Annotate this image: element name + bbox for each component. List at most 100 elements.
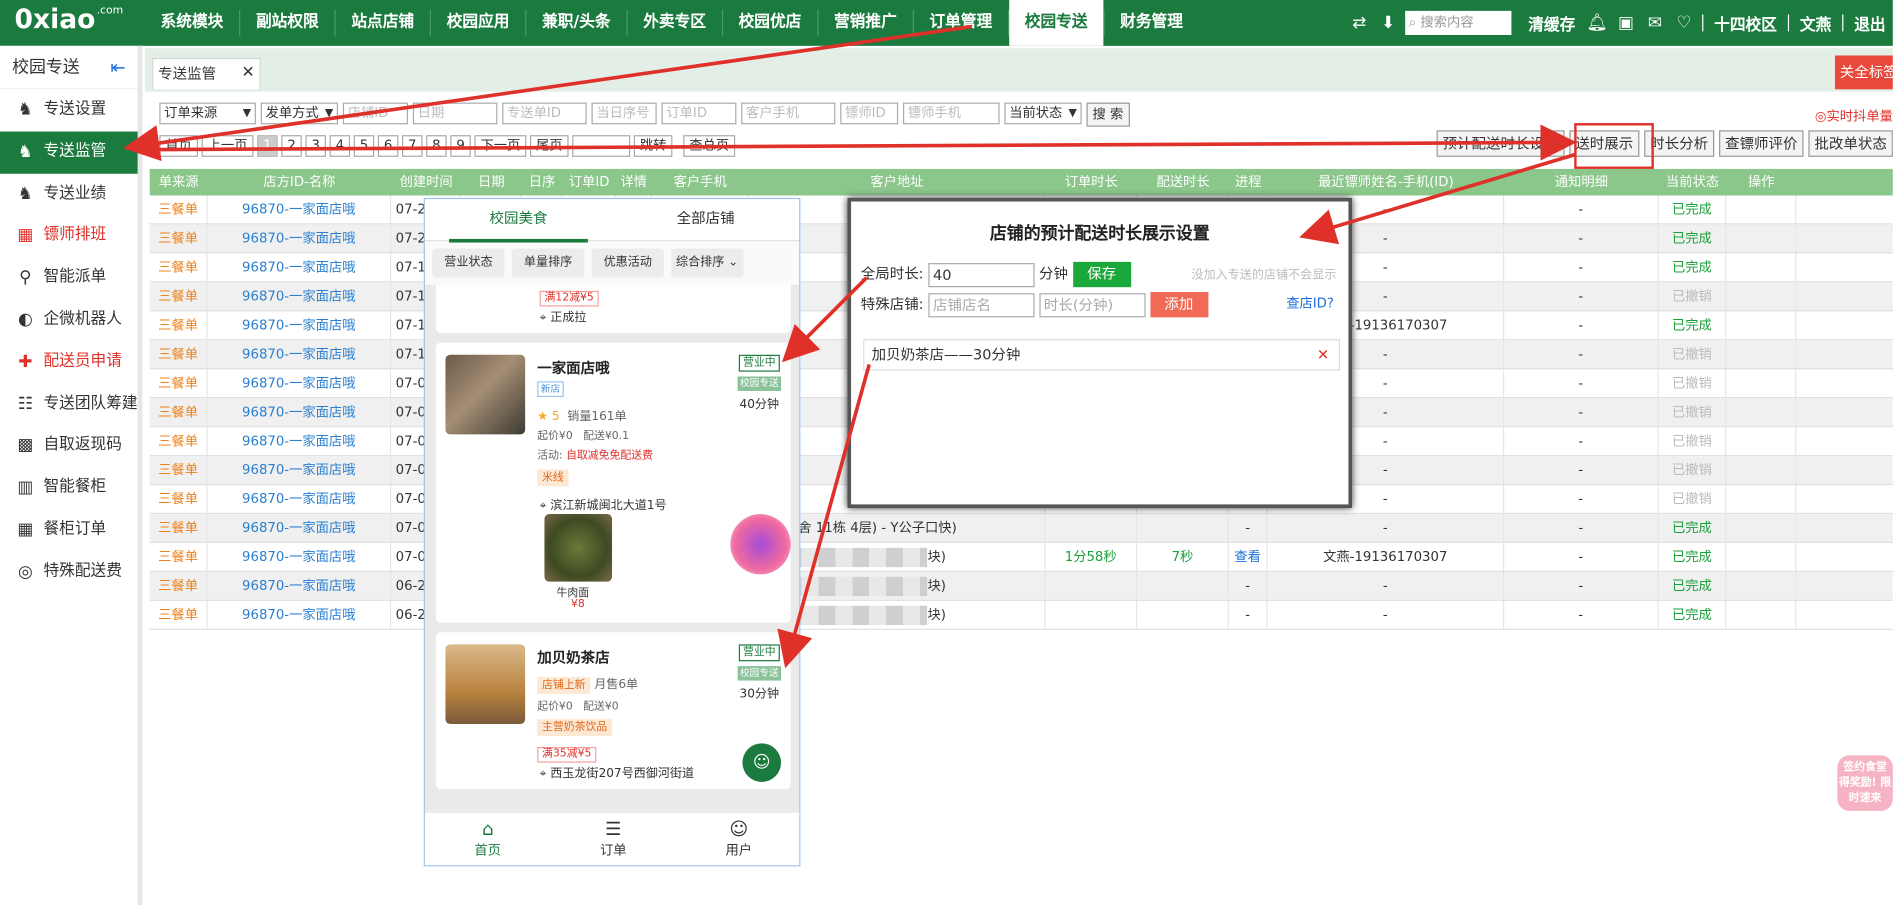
- shop-name-input[interactable]: 店铺店名: [928, 292, 1035, 317]
- table-cell[interactable]: 96870-一家面店哦: [208, 600, 392, 629]
- column-header[interactable]: 客户手机: [652, 169, 749, 196]
- delete-icon[interactable]: ✕: [1317, 340, 1329, 369]
- sidebar-item[interactable]: ✚ 配送员申请: [0, 341, 138, 383]
- column-header[interactable]: 通知明细: [1504, 169, 1659, 196]
- table-cell[interactable]: 96870-一家面店哦: [208, 514, 392, 542]
- table-cell[interactable]: -: [1229, 571, 1268, 600]
- table-cell[interactable]: 96870-一家面店哦: [208, 340, 392, 369]
- close-icon[interactable]: ✕: [242, 59, 255, 88]
- table-cell[interactable]: 96870-一家面店哦: [208, 195, 392, 224]
- screen-icon[interactable]: ▣: [1614, 13, 1638, 32]
- page-number-button[interactable]: 1: [257, 135, 278, 157]
- table-cell[interactable]: 96870-一家面店哦: [208, 282, 392, 311]
- table-cell[interactable]: 96870-一家面店哦: [208, 456, 392, 484]
- top-nav-item[interactable]: 订单管理: [914, 0, 1008, 46]
- campus-selector[interactable]: 十四校区: [1714, 11, 1777, 34]
- table-cell[interactable]: -: [1229, 600, 1268, 629]
- jump-button[interactable]: 跳转: [633, 135, 673, 157]
- user-name[interactable]: 文燕: [1800, 11, 1831, 34]
- page-number-button[interactable]: 8: [426, 135, 447, 157]
- tab-all-shops[interactable]: 全部店铺: [612, 199, 799, 240]
- prev-page-button[interactable]: 上一页: [201, 135, 254, 157]
- logout-link[interactable]: 退出: [1854, 11, 1885, 34]
- collapse-icon[interactable]: ⇤: [110, 46, 125, 89]
- table-cell[interactable]: 96870-一家面店哦: [208, 485, 392, 513]
- rider-reviews-button[interactable]: 查镖师评价: [1719, 130, 1804, 157]
- rider-id-input[interactable]: 镖师ID: [840, 102, 899, 125]
- status-select[interactable]: 当前状态 ▼: [1004, 102, 1082, 125]
- column-header[interactable]: 店方ID-名称: [208, 169, 391, 196]
- table-cell[interactable]: 96870-一家面店哦: [208, 427, 392, 455]
- table-row[interactable]: 三餐单96870-一家面店哦06-27 16(女生块)---已完成: [149, 600, 1893, 630]
- bell-icon[interactable]: 🔔︎: [1585, 13, 1609, 32]
- customer-service-icon[interactable]: ☺: [742, 743, 782, 782]
- delivery-time-setting-button[interactable]: 预计配送时长设置: [1436, 130, 1565, 157]
- table-row[interactable]: 三餐单96870-一家面店哦07-01 17(女生宿舍 11栋 4层) - Y公…: [149, 514, 1893, 544]
- rider-phone-input[interactable]: 镖师手机: [902, 102, 1000, 125]
- sidebar-item[interactable]: ◎ 特殊配送费: [0, 551, 138, 593]
- global-duration-input[interactable]: 40: [928, 262, 1035, 287]
- sidebar-item[interactable]: ◐ 企微机器人: [0, 299, 138, 341]
- table-cell[interactable]: 96870-一家面店哦: [208, 398, 392, 426]
- last-page-button[interactable]: 尾页: [529, 135, 569, 157]
- page-number-button[interactable]: 7: [401, 135, 423, 157]
- table-cell[interactable]: -: [1229, 514, 1268, 542]
- column-header[interactable]: 日序: [522, 169, 563, 196]
- clear-cache-button[interactable]: 清缓存: [1528, 11, 1575, 34]
- top-nav-item[interactable]: 外卖专区: [628, 0, 722, 46]
- top-nav-item[interactable]: 站点店铺: [336, 0, 430, 46]
- table-cell[interactable]: 96870-一家面店哦: [208, 224, 392, 253]
- sidebar-item[interactable]: ☷ 专送团队筹建: [0, 383, 138, 425]
- column-header[interactable]: 操作: [1726, 169, 1796, 196]
- page-number-button[interactable]: 3: [305, 135, 326, 157]
- top-nav-item[interactable]: 财务管理: [1104, 0, 1198, 46]
- shop-id-input[interactable]: 店铺ID: [342, 102, 409, 125]
- top-nav-item[interactable]: 营销推广: [818, 0, 912, 46]
- sidebar-item[interactable]: ▦ 餐柜订单: [0, 509, 138, 551]
- duration-input[interactable]: 时长(分钟): [1039, 292, 1146, 317]
- first-page-button[interactable]: 首页: [159, 135, 198, 157]
- top-nav-item[interactable]: 校园专送: [1009, 0, 1104, 46]
- save-button[interactable]: 保存: [1072, 261, 1131, 288]
- page-number-button[interactable]: 9: [450, 135, 471, 157]
- promo-float-icon[interactable]: 签约食堂 得奖励! 限时速来: [1837, 755, 1893, 811]
- top-nav-item[interactable]: 系统模块: [145, 0, 239, 46]
- column-header[interactable]: 订单时长: [1045, 169, 1137, 196]
- total-pages-button[interactable]: 查总页: [683, 135, 736, 157]
- top-nav-item[interactable]: 校园应用: [431, 0, 525, 46]
- tab-campus-food[interactable]: 校园美食: [425, 199, 612, 243]
- column-header[interactable]: 进程: [1229, 169, 1268, 196]
- sidebar-item[interactable]: ▩ 自取返现码: [0, 425, 138, 467]
- top-nav-item[interactable]: 兼职/头条: [526, 0, 626, 46]
- search-button[interactable]: 搜 索: [1086, 102, 1130, 127]
- chat-icon[interactable]: ✉: [1643, 13, 1667, 32]
- realtime-order-link[interactable]: ◎实时抖单量: [1815, 106, 1893, 125]
- duration-analysis-button[interactable]: 时长分析: [1644, 130, 1715, 157]
- customer-phone-input[interactable]: 客户手机: [741, 102, 836, 125]
- table-cell[interactable]: 96870-一家面店哦: [208, 311, 392, 340]
- filter-sales-sort[interactable]: 单量排序: [511, 248, 585, 278]
- table-cell[interactable]: 96870-一家面店哦: [208, 253, 392, 282]
- sidebar-item[interactable]: ▦ 镖师排班: [0, 215, 138, 257]
- page-number-button[interactable]: 4: [329, 135, 351, 157]
- table-cell[interactable]: 96870-一家面店哦: [208, 571, 392, 600]
- table-cell[interactable]: 查看: [1229, 543, 1268, 571]
- sidebar-item[interactable]: ♞ 专送业绩: [0, 173, 138, 215]
- shop-card-prev[interactable]: 满12减¥5 ⌖ 正成拉: [435, 284, 791, 334]
- sidebar-item[interactable]: ♞ 专送设置: [0, 89, 138, 131]
- close-all-tabs-button[interactable]: 关全标签: [1834, 55, 1893, 90]
- table-row[interactable]: 三餐单96870-一家面店哦07-01 10(女生块)1分58秒7秒查看文燕-1…: [149, 543, 1893, 572]
- add-button[interactable]: 添加: [1149, 292, 1208, 318]
- column-header[interactable]: 详情: [616, 169, 652, 196]
- sidebar-item[interactable]: ▥ 智能餐柜: [0, 467, 138, 509]
- daily-seq-input[interactable]: 当日序号: [591, 102, 657, 125]
- top-nav-item[interactable]: 校园优店: [723, 0, 817, 46]
- column-header[interactable]: 日期: [461, 169, 521, 196]
- page-number-button[interactable]: 6: [377, 135, 399, 157]
- table-cell[interactable]: 96870-一家面店哦: [208, 543, 392, 571]
- column-header[interactable]: 最近镖师姓名-手机(ID): [1268, 169, 1505, 196]
- shop-card-noodle[interactable]: 一家面店哦 新店 ★ 5 销量161单 起价¥0 配送¥0.1 活动: 自取减免…: [435, 342, 791, 623]
- column-header[interactable]: 订单ID: [563, 169, 616, 196]
- download-icon[interactable]: ⬇: [1376, 13, 1400, 32]
- batch-status-button[interactable]: 批改单状态: [1808, 130, 1893, 157]
